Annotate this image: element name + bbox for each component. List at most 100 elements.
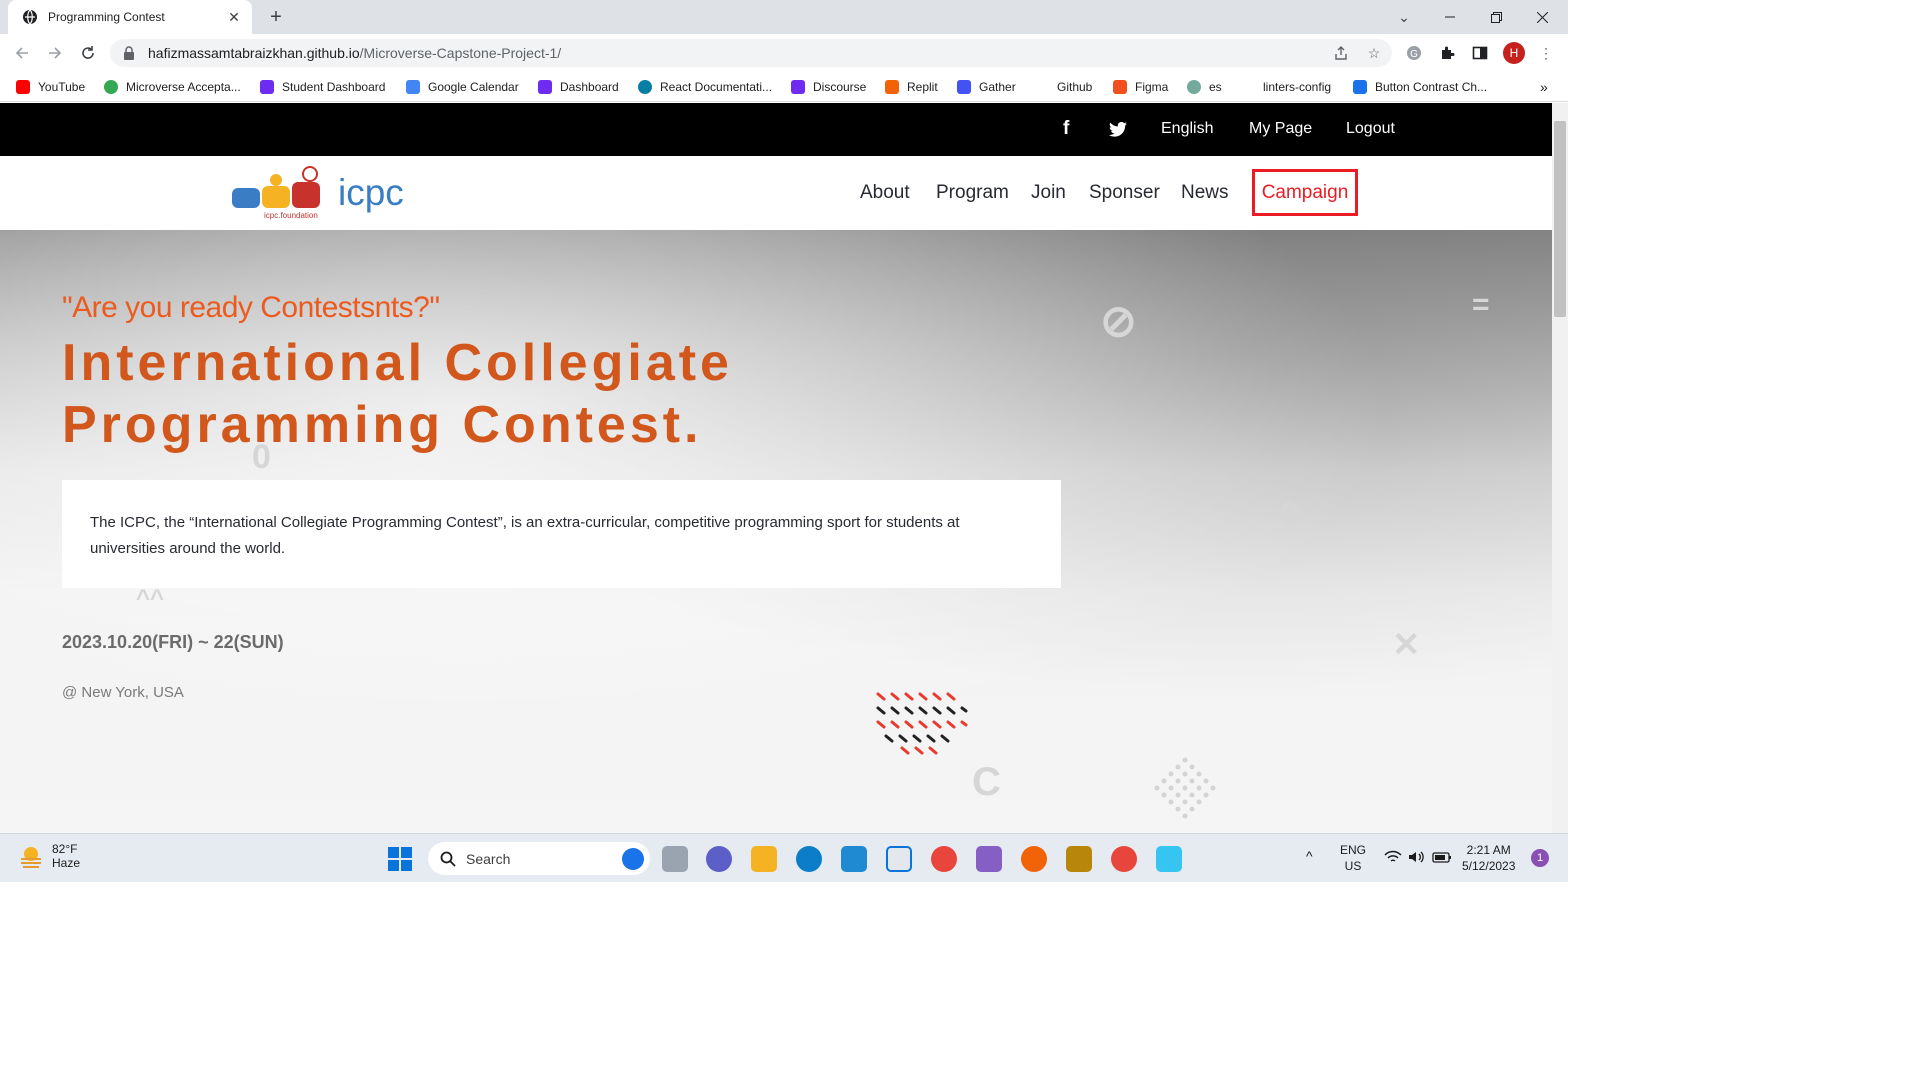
icpc-logo-icon[interactable]: icpc.foundation xyxy=(230,164,328,222)
svg-text:G: G xyxy=(1410,49,1418,60)
chrome-icon[interactable] xyxy=(931,846,957,872)
logo-text[interactable]: icpc xyxy=(338,172,404,214)
nav-about[interactable]: About xyxy=(860,182,910,204)
bookmark-microverse[interactable]: Microverse Accepta... xyxy=(104,78,241,96)
page-scrollbar[interactable] xyxy=(1552,103,1568,833)
hero-title-line-1: International Collegiate xyxy=(62,334,733,392)
back-button[interactable] xyxy=(10,41,34,65)
side-panel-icon[interactable] xyxy=(1470,43,1490,63)
edge-icon[interactable] xyxy=(796,846,822,872)
volume-icon[interactable] xyxy=(1408,850,1426,864)
windows-start-icon[interactable] xyxy=(388,847,412,871)
browser-tab[interactable]: Programming Contest ✕ xyxy=(8,0,252,34)
nav-sponser[interactable]: Sponser xyxy=(1089,182,1160,204)
bookmark-label: Microverse Accepta... xyxy=(126,80,241,94)
slack-icon[interactable] xyxy=(1156,846,1182,872)
hero-tagline: "Are you ready Contestsnts?" xyxy=(62,291,440,324)
bookmark-linters-config[interactable]: linters-config xyxy=(1241,78,1331,96)
my-page-link[interactable]: My Page xyxy=(1249,120,1312,138)
nav-news[interactable]: News xyxy=(1181,182,1229,204)
bookmark-label: Figma xyxy=(1135,80,1169,94)
nav-campaign[interactable]: Campaign xyxy=(1252,169,1358,216)
calendar-icon xyxy=(406,80,420,94)
reload-icon xyxy=(82,46,94,59)
share-icon[interactable] xyxy=(1331,43,1351,63)
facebook-icon[interactable]: f xyxy=(1063,118,1069,140)
site-topbar: f English My Page Logout xyxy=(0,103,1552,156)
bookmark-discourse[interactable]: Discourse xyxy=(791,78,866,96)
visual-studio-icon[interactable] xyxy=(976,846,1002,872)
profile-avatar[interactable]: H xyxy=(1503,42,1525,64)
reload-button[interactable] xyxy=(76,41,100,65)
twitter-icon[interactable] xyxy=(1109,122,1127,137)
extensions-icon[interactable] xyxy=(1437,43,1457,63)
bookmark-github[interactable]: Github xyxy=(1035,78,1092,96)
bookmark-label: Dashboard xyxy=(560,80,619,94)
zero-deco-icon: 0 xyxy=(1280,495,1299,533)
logout-link[interactable]: Logout xyxy=(1346,120,1395,138)
bookmark-es[interactable]: es xyxy=(1187,78,1222,96)
lang-bottom: US xyxy=(1344,859,1362,873)
contrast-icon xyxy=(1353,80,1367,94)
battery-icon[interactable] xyxy=(1432,850,1452,864)
browser-titlebar: Programming Contest ✕ + ⌄ xyxy=(0,0,1568,34)
diamond-dots-deco-icon xyxy=(1154,757,1216,819)
new-tab-button[interactable]: + xyxy=(264,6,288,28)
bookmarks-bar: YouTube Microverse Accepta... Student Da… xyxy=(0,72,1568,102)
bookmarks-overflow-button[interactable]: » xyxy=(1540,78,1548,96)
lang-top: ENG xyxy=(1340,843,1367,857)
x-deco-icon: ✕ xyxy=(1392,626,1421,664)
show-hidden-icons-icon[interactable]: ^ xyxy=(1306,848,1313,864)
restore-icon xyxy=(1490,11,1502,23)
close-tab-icon[interactable]: ✕ xyxy=(226,9,242,26)
blank-page-icon xyxy=(1241,80,1255,94)
minimize-button[interactable] xyxy=(1427,0,1473,34)
grammarly-icon[interactable]: G xyxy=(1404,43,1424,63)
address-bar[interactable]: hafizmassamtabraizkhan.github.io/Microve… xyxy=(110,39,1392,67)
chrome-profile-icon[interactable] xyxy=(1111,846,1137,872)
taskbar-search[interactable]: Search xyxy=(428,842,650,875)
restore-button[interactable] xyxy=(1473,0,1519,34)
bookmark-dashboard[interactable]: Dashboard xyxy=(538,78,619,96)
weather-widget[interactable]: 82°F Haze xyxy=(18,842,80,870)
scrollbar-thumb[interactable] xyxy=(1554,121,1566,317)
kebab-menu-icon[interactable]: ⋮ xyxy=(1536,43,1556,63)
bookmark-button-contrast[interactable]: Button Contrast Ch... xyxy=(1353,78,1487,96)
input-language[interactable]: ENG US xyxy=(1340,842,1366,874)
clock[interactable]: 2:21 AM 5/12/2023 xyxy=(1462,842,1515,874)
language-link[interactable]: English xyxy=(1161,120,1213,138)
store-icon[interactable] xyxy=(886,846,912,872)
dollar-deco-icon: ⊘ xyxy=(1100,297,1137,346)
contest-date: 2023.10.20(FRI) ~ 22(SUN) xyxy=(62,632,284,652)
forward-arrow-icon xyxy=(49,47,62,59)
nav-join[interactable]: Join xyxy=(1031,182,1066,204)
task-view-icon[interactable] xyxy=(662,846,688,872)
postman-icon[interactable] xyxy=(1021,846,1047,872)
bookmark-replit[interactable]: Replit xyxy=(885,78,938,96)
bookmark-react-docs[interactable]: React Documentati... xyxy=(638,78,772,96)
bookmark-gather[interactable]: Gather xyxy=(957,78,1016,96)
bookmark-figma[interactable]: Figma xyxy=(1113,78,1168,96)
close-window-button[interactable] xyxy=(1519,0,1565,34)
bing-icon xyxy=(622,848,644,870)
bookmark-star-icon[interactable]: ☆ xyxy=(1364,43,1384,63)
file-explorer-icon[interactable] xyxy=(751,846,777,872)
bookmark-label: es xyxy=(1209,80,1222,94)
bookmark-youtube[interactable]: YouTube xyxy=(16,78,85,96)
forward-button[interactable] xyxy=(43,41,67,65)
tools-icon[interactable] xyxy=(1066,846,1092,872)
wifi-icon[interactable] xyxy=(1384,850,1402,864)
notification-badge[interactable]: 1 xyxy=(1531,849,1549,867)
globe-icon xyxy=(23,9,37,25)
nav-program[interactable]: Program xyxy=(936,182,1009,204)
taskbar-search-label: Search xyxy=(466,850,511,867)
bookmark-google-calendar[interactable]: Google Calendar xyxy=(406,78,519,96)
tab-search-icon[interactable]: ⌄ xyxy=(1381,0,1427,34)
teams-chat-icon[interactable] xyxy=(706,846,732,872)
vscode-icon[interactable] xyxy=(841,846,867,872)
bookmark-label: YouTube xyxy=(38,80,86,94)
blank-page-icon xyxy=(1035,80,1049,94)
browser-toolbar: hafizmassamtabraizkhan.github.io/Microve… xyxy=(0,34,1568,72)
bookmark-student-dashboard[interactable]: Student Dashboard xyxy=(260,78,385,96)
figma-icon xyxy=(1113,80,1127,94)
